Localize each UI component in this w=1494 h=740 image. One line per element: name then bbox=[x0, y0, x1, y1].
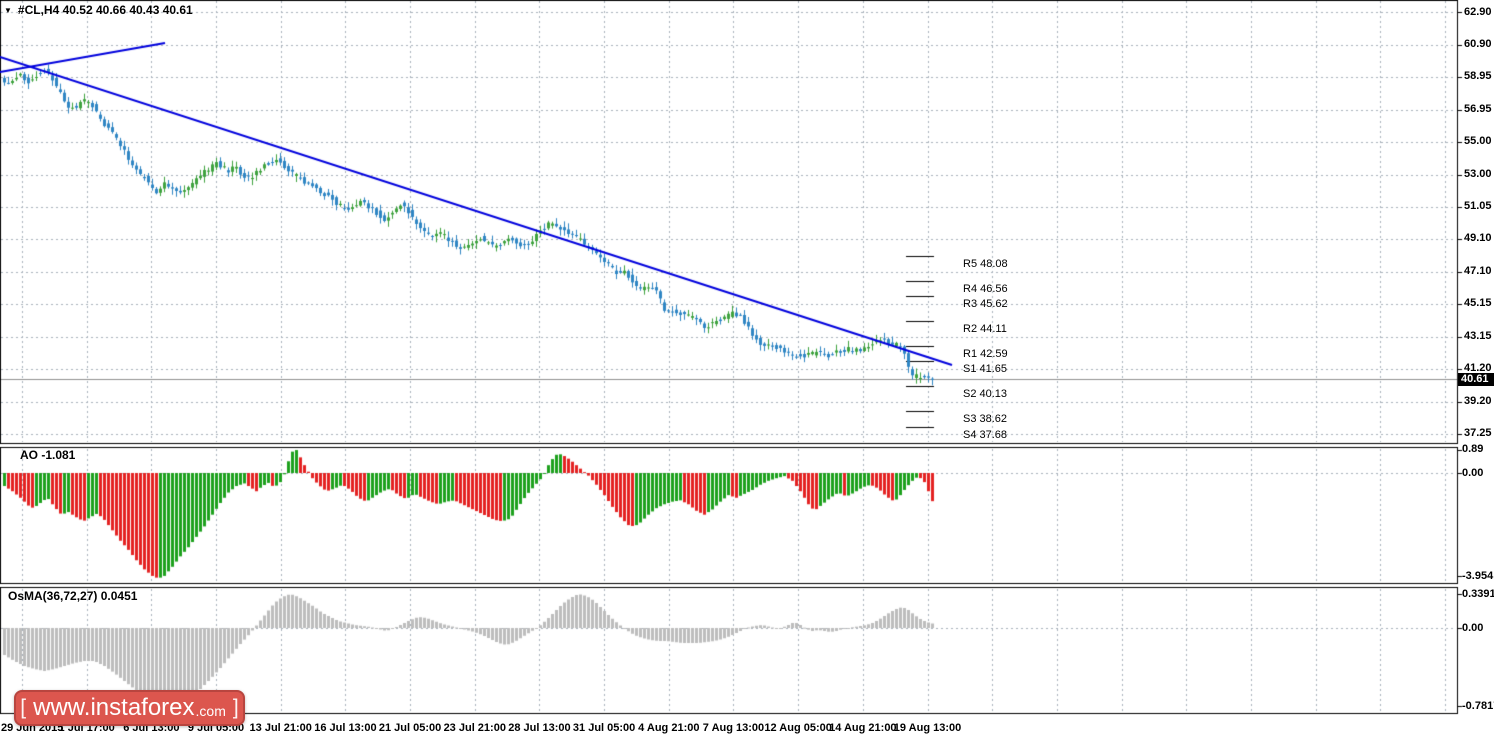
instaforex-logo-watermark: [ www.instaforex .com ] bbox=[14, 690, 245, 726]
chart-title: ▼ #CL,H4 40.52 40.66 40.43 40.61 bbox=[4, 3, 193, 17]
time-axis-label: 21 Jul 05:00 bbox=[378, 722, 442, 734]
ao-indicator-label: AO -1.081 bbox=[20, 448, 76, 462]
ao-axis-label: 0.00 bbox=[1462, 466, 1484, 479]
sr-level-label: R5 48.08 bbox=[963, 257, 1008, 270]
osma-axis-label: 0.3391 bbox=[1462, 587, 1494, 600]
time-axis-label: 4 Aug 21:00 bbox=[638, 722, 700, 734]
price-axis-label: 62.90 bbox=[1464, 5, 1492, 18]
time-axis-label: 31 Jul 05:00 bbox=[572, 722, 636, 734]
time-axis-label: 19 Aug 13:00 bbox=[893, 722, 962, 734]
price-axis-label: 39.20 bbox=[1464, 395, 1492, 408]
sr-level-label: S4 37.68 bbox=[963, 428, 1008, 441]
time-axis-label: 16 Jul 13:00 bbox=[314, 722, 377, 734]
price-axis-label: 37.25 bbox=[1464, 427, 1492, 440]
sr-level-label: R2 44.11 bbox=[963, 323, 1007, 336]
osma-indicator-label: OsMA(36,72,27) 0.0451 bbox=[8, 589, 138, 603]
ao-axis-label: 0.89 bbox=[1462, 443, 1484, 456]
chart-title-symbol: #CL,H4 bbox=[17, 3, 60, 17]
sr-level-label: S1 41.65 bbox=[963, 363, 1008, 376]
price-axis-label: 47.10 bbox=[1464, 265, 1492, 278]
price-axis-label: 58.95 bbox=[1464, 70, 1492, 83]
current-price-tag: 40.61 bbox=[1458, 372, 1494, 386]
time-axis-label: 13 Jul 21:00 bbox=[249, 722, 312, 734]
sr-level-label: R1 42.59 bbox=[963, 348, 1008, 361]
price-axis-label: 49.10 bbox=[1464, 232, 1492, 245]
logo-domain-text: www.instaforex bbox=[33, 694, 195, 721]
time-axis-label: 23 Jul 21:00 bbox=[443, 722, 506, 734]
chart-menu-arrow-icon[interactable]: ▼ bbox=[4, 6, 12, 15]
ao-axis-label: -3.954 bbox=[1462, 569, 1494, 582]
sr-level-label: R3 45.62 bbox=[963, 298, 1008, 311]
price-axis-label: 56.95 bbox=[1464, 103, 1492, 116]
price-axis-label: 55.00 bbox=[1464, 135, 1492, 148]
price-axis-label: 53.00 bbox=[1464, 168, 1492, 181]
logo-bracket-left: [ bbox=[20, 696, 27, 719]
chart-canvas[interactable] bbox=[0, 0, 1494, 740]
price-axis-label: 43.15 bbox=[1464, 330, 1492, 343]
price-axis-label: 60.90 bbox=[1464, 38, 1492, 51]
time-axis-label: 12 Aug 05:00 bbox=[764, 722, 832, 734]
price-axis-label: 51.05 bbox=[1464, 200, 1492, 213]
osma-axis-label: 0.00 bbox=[1462, 621, 1484, 634]
price-axis-label: 45.15 bbox=[1464, 297, 1492, 310]
logo-bracket-right: ] bbox=[232, 696, 239, 719]
time-axis-label: 7 Aug 13:00 bbox=[702, 722, 765, 734]
trading-chart-window: ▼ #CL,H4 40.52 40.66 40.43 40.61 AO -1.08… bbox=[0, 0, 1494, 740]
time-axis-label: 14 Aug 21:00 bbox=[829, 722, 897, 734]
sr-level-label: S2 40.13 bbox=[963, 388, 1008, 401]
time-axis-label: 28 Jul 13:00 bbox=[508, 722, 571, 734]
logo-tld-text: .com bbox=[195, 703, 226, 719]
sr-level-label: R4 46.56 bbox=[963, 282, 1008, 295]
chart-title-ohlc: 40.52 40.66 40.43 40.61 bbox=[62, 3, 193, 17]
osma-axis-label: -0.7817 bbox=[1462, 699, 1494, 712]
sr-level-label: S3 38.62 bbox=[963, 413, 1008, 426]
